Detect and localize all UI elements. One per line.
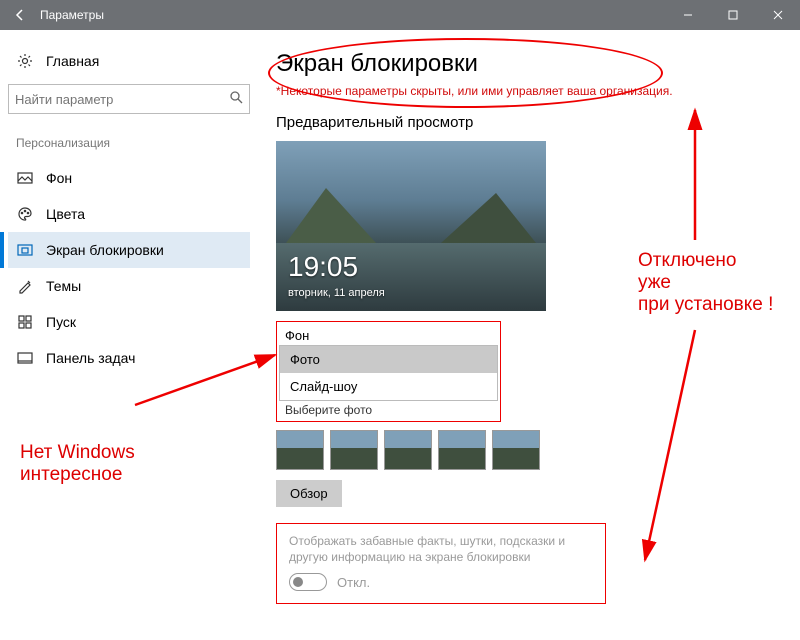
themes-icon (16, 277, 34, 295)
window-title: Параметры (40, 8, 665, 22)
sidebar-item-colors[interactable]: Цвета (8, 196, 250, 232)
thumbnail[interactable] (330, 430, 378, 470)
sidebar-item-taskbar[interactable]: Панель задач (8, 340, 250, 376)
back-button[interactable] (0, 0, 40, 30)
close-button[interactable] (755, 0, 800, 30)
sidebar-item-themes[interactable]: Темы (8, 268, 250, 304)
thumbnail-row (276, 430, 780, 470)
sidebar-section: Персонализация (8, 132, 250, 154)
content: Экран блокировки *Некоторые параметры ск… (258, 30, 800, 640)
choose-photo-label: Выберите фото (279, 399, 498, 419)
search-icon (229, 90, 243, 109)
search-input[interactable] (15, 92, 229, 107)
thumbnail[interactable] (276, 430, 324, 470)
sidebar-item-label: Экран блокировки (46, 242, 164, 258)
taskbar-icon (16, 349, 34, 367)
sidebar-item-background[interactable]: Фон (8, 160, 250, 196)
thumbnail[interactable] (384, 430, 432, 470)
palette-icon (16, 205, 34, 223)
search-box[interactable] (8, 84, 250, 114)
sidebar-item-lockscreen[interactable]: Экран блокировки (8, 232, 250, 268)
sidebar-item-start[interactable]: Пуск (8, 304, 250, 340)
bg-option-slideshow[interactable]: Слайд-шоу (280, 373, 497, 400)
picture-icon (16, 169, 34, 187)
thumbnail[interactable] (438, 430, 486, 470)
facts-toggle-state: Откл. (337, 575, 370, 590)
sidebar-item-label: Фон (46, 170, 72, 186)
sidebar-item-home[interactable]: Главная (8, 46, 250, 76)
org-warning: *Некоторые параметры скрыты, или ими упр… (276, 84, 780, 98)
bg-dropdown[interactable]: Фото Слайд-шоу (279, 345, 498, 401)
preview-label: Предварительный просмотр (276, 114, 780, 131)
background-selector: Фон Фото Слайд-шоу Выберите фото (276, 321, 501, 422)
gear-icon (16, 52, 34, 70)
lockscreen-preview: 19:05 вторник, 11 апреля (276, 141, 546, 311)
lockscreen-icon (16, 241, 34, 259)
facts-description: Отображать забавные факты, шутки, подска… (289, 534, 593, 565)
sidebar-item-label: Темы (46, 278, 81, 294)
sidebar-item-label: Цвета (46, 206, 85, 222)
bg-label: Фон (279, 324, 498, 345)
sidebar-item-label: Панель задач (46, 350, 135, 366)
start-icon (16, 313, 34, 331)
title-bar: Параметры (0, 0, 800, 30)
thumbnail[interactable] (492, 430, 540, 470)
browse-button[interactable]: Обзор (276, 480, 342, 507)
bg-option-photo[interactable]: Фото (280, 346, 497, 373)
sidebar-home-label: Главная (46, 53, 99, 69)
sidebar-item-label: Пуск (46, 314, 76, 330)
facts-toggle[interactable] (289, 573, 327, 591)
sidebar: Главная Персонализация Фон Цвета Экран б… (0, 30, 258, 640)
preview-date: вторник, 11 апреля (288, 287, 385, 299)
minimize-button[interactable] (665, 0, 710, 30)
maximize-button[interactable] (710, 0, 755, 30)
preview-time: 19:05 (288, 251, 358, 283)
page-title: Экран блокировки (276, 50, 780, 78)
facts-toggle-box: Отображать забавные факты, шутки, подска… (276, 523, 606, 604)
